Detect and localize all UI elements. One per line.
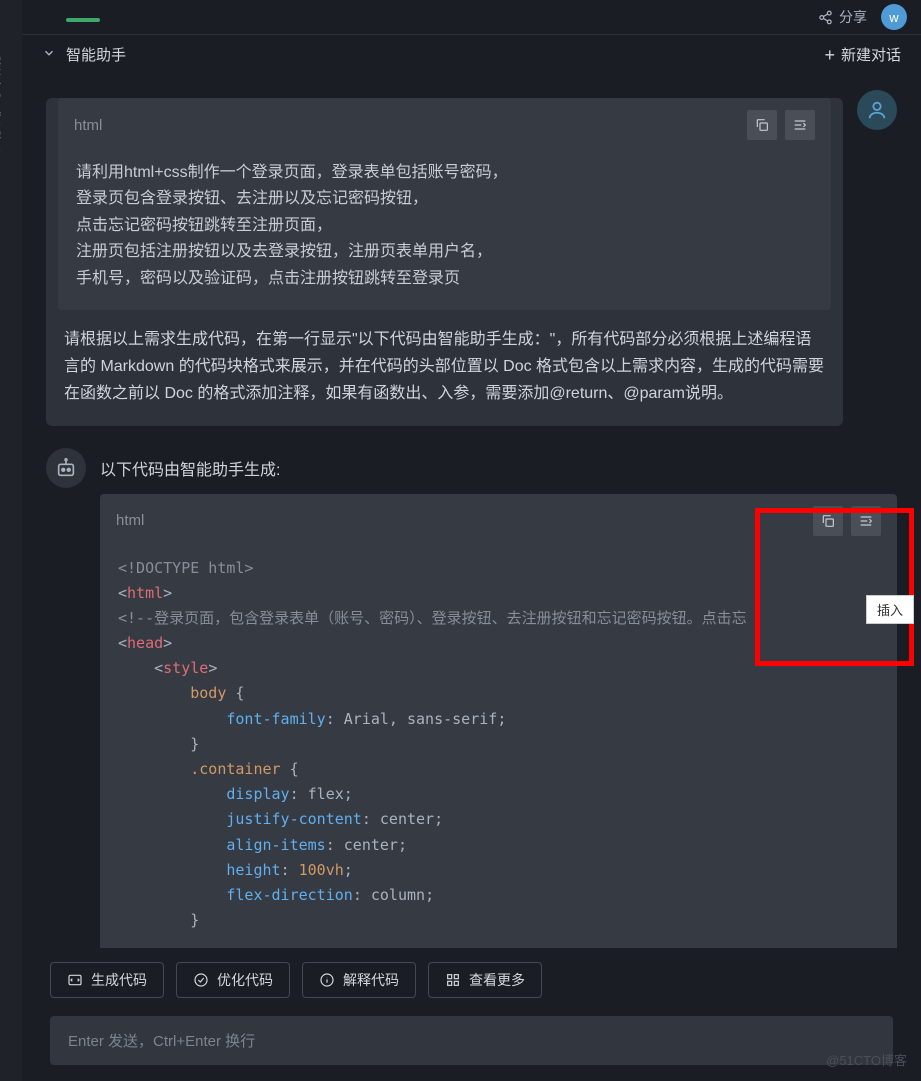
share-icon xyxy=(818,10,833,25)
assistant-message: 以下代码由智能助手生成: html <!DOCTYPE html> <html>… xyxy=(46,448,897,948)
left-activity-bar: GitHub Copilot Chat Notifications xyxy=(0,0,22,1081)
panel-header: 智能助手 + 新建对话 xyxy=(22,34,921,74)
top-bar: 分享 w xyxy=(22,0,921,34)
share-label: 分享 xyxy=(839,7,867,27)
new-conversation-button[interactable]: + 新建对话 xyxy=(824,44,901,65)
generate-code-button[interactable]: 生成代码 xyxy=(50,962,164,998)
code-lang-label: html xyxy=(74,117,102,134)
info-icon xyxy=(319,972,335,988)
bot-code-content: <!DOCTYPE html> <html> <!--登录页面，包含登录表单（账… xyxy=(100,548,897,948)
chevron-down-icon[interactable] xyxy=(42,46,56,63)
optimize-code-button[interactable]: 优化代码 xyxy=(176,962,290,998)
insert-code-button[interactable] xyxy=(851,506,881,536)
user-message: html 请利用html+css制作一个登录页面，登录表单包括账号密码， xyxy=(46,86,897,426)
insert-code-button[interactable] xyxy=(785,110,815,140)
code-content: 请利用html+css制作一个登录页面，登录表单包括账号密码， 登录页包含登录按… xyxy=(58,152,831,310)
panel-title: 智能助手 xyxy=(66,44,126,65)
bot-intro-text: 以下代码由智能助手生成: xyxy=(100,456,897,480)
insert-tooltip: 插入 xyxy=(866,595,914,624)
explain-code-button[interactable]: 解释代码 xyxy=(302,962,416,998)
insert-icon xyxy=(858,513,874,529)
chat-scroll-area[interactable]: html 请利用html+css制作一个登录页面，登录表单包括账号密码， xyxy=(22,74,921,948)
sidebar-tab-copilot[interactable]: GitHub Copilot Chat xyxy=(0,50,4,1081)
bot-avatar xyxy=(46,448,86,488)
more-actions-button[interactable]: 查看更多 xyxy=(428,962,542,998)
code-icon xyxy=(67,972,83,988)
chat-input[interactable]: Enter 发送，Ctrl+Enter 换行 xyxy=(50,1016,893,1065)
copy-icon xyxy=(820,513,836,529)
copy-icon xyxy=(754,117,770,133)
action-bar: 生成代码 优化代码 解释代码 查看更多 xyxy=(22,948,921,1012)
copy-code-button[interactable] xyxy=(747,110,777,140)
user-avatar-icon xyxy=(857,90,897,130)
share-button[interactable]: 分享 xyxy=(818,7,867,27)
user-plain-text: 请根据以上需求生成代码，在第一行显示"以下代码由智能助手生成："，所有代码部分必… xyxy=(46,310,843,426)
insert-icon xyxy=(792,117,808,133)
input-placeholder: Enter 发送，Ctrl+Enter 换行 xyxy=(68,1033,255,1050)
progress-indicator xyxy=(66,18,100,22)
copy-code-button[interactable] xyxy=(813,506,843,536)
user-avatar[interactable]: w xyxy=(881,4,907,30)
watermark: @51CTO博客 xyxy=(826,1050,907,1069)
bot-icon xyxy=(55,457,77,479)
user-code-block: html 请利用html+css制作一个登录页面，登录表单包括账号密码， xyxy=(58,98,831,310)
plus-icon: + xyxy=(824,46,835,64)
grid-icon xyxy=(445,972,461,988)
bot-code-block: html <!DOCTYPE html> <html> <!--登录页面，包含登… xyxy=(100,494,897,948)
check-circle-icon xyxy=(193,972,209,988)
person-icon xyxy=(866,99,888,121)
bot-code-lang-label: html xyxy=(116,512,144,529)
